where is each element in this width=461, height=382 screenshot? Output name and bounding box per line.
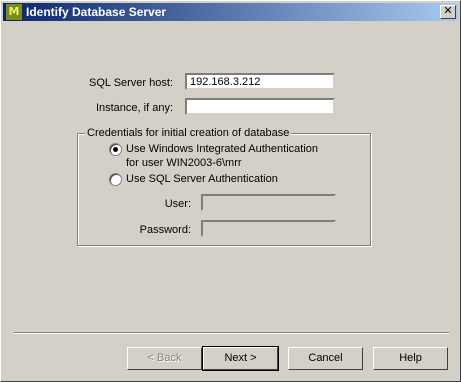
cancel-button-label: Cancel: [308, 352, 343, 364]
windows-auth-user-label: for user WIN2003-6\mrr: [126, 157, 242, 169]
title-bar[interactable]: M Identify Database Server ✕: [3, 3, 458, 21]
dialog-window: M Identify Database Server ✕ SQL Server …: [0, 0, 461, 382]
password-label: Password:: [139, 224, 191, 236]
button-separator: [14, 332, 449, 334]
help-button-label: Help: [399, 352, 422, 364]
sql-auth-label[interactable]: Use SQL Server Authentication: [126, 173, 278, 185]
credentials-group-label: Credentials for initial creation of data…: [85, 127, 292, 139]
close-icon: ✕: [443, 5, 453, 17]
password-input[interactable]: [201, 220, 336, 237]
close-button[interactable]: ✕: [440, 5, 456, 19]
cancel-button[interactable]: Cancel: [288, 347, 363, 370]
windows-auth-label[interactable]: Use Windows Integrated Authentication: [126, 143, 318, 155]
window-title: Identify Database Server: [26, 5, 167, 19]
user-label: User:: [164, 198, 191, 210]
user-input[interactable]: [201, 194, 336, 211]
instance-label: Instance, if any:: [95, 102, 173, 114]
sql-auth-radio[interactable]: [109, 173, 122, 186]
sql-server-host-label: SQL Server host:: [89, 77, 173, 89]
help-button[interactable]: Help: [373, 347, 448, 370]
next-button[interactable]: Next >: [202, 346, 279, 371]
next-button-label: Next >: [224, 352, 257, 364]
radio-selected-icon: [113, 147, 118, 152]
back-button[interactable]: < Back: [127, 347, 202, 370]
instance-input[interactable]: [185, 98, 335, 115]
windows-auth-radio[interactable]: [109, 143, 122, 156]
sql-server-host-input[interactable]: 192.168.3.212: [185, 73, 335, 90]
back-button-label: < Back: [147, 352, 182, 364]
app-icon: M: [6, 4, 22, 20]
